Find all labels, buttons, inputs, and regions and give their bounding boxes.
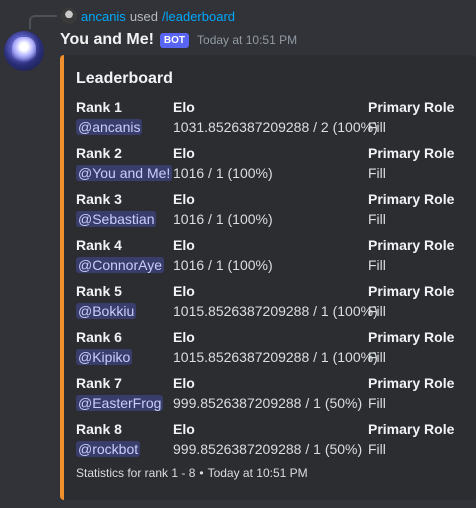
elo-value: 1016 / 1 (100%) [173, 165, 273, 181]
user-mention[interactable]: @ConnorAye [76, 257, 164, 273]
user-mention[interactable]: @Sebastian [76, 211, 157, 227]
elo-label: Elo [173, 375, 195, 391]
reply-username[interactable]: ancanis [81, 9, 126, 24]
elo-label: Elo [173, 421, 195, 437]
role-label: Primary Role [368, 283, 455, 299]
elo-value: 1016 / 1 (100%) [173, 257, 273, 273]
command-context[interactable]: ancanis used /leaderboard [61, 7, 235, 25]
rank-label: Rank 2 [76, 145, 122, 161]
footer-timestamp: Today at 10:51 PM [207, 466, 308, 480]
role-value: Fill [368, 303, 386, 319]
leaderboard-entries: Rank 1 Elo Primary Role @ancanis 1031.852638… [76, 99, 471, 467]
role-label: Primary Role [368, 375, 455, 391]
elo-value: 999.8526387209288 / 1 (50%) [173, 395, 363, 411]
elo-label: Elo [173, 283, 195, 299]
leaderboard-entry: Rank 1 Elo Primary Role @ancanis 1031.852638… [76, 99, 471, 145]
embed-footer: Statistics for rank 1 - 8 • Today at 10:51… [76, 466, 308, 480]
leaderboard-entry: Rank 8 Elo Primary Role @rockbot 999.8526387… [76, 421, 471, 467]
role-value: Fill [368, 441, 386, 457]
reply-used-text: used [129, 8, 159, 24]
footer-separator: • [199, 466, 204, 480]
rank-label: Rank 5 [76, 283, 122, 299]
user-mention[interactable]: @EasterFrog [76, 395, 164, 411]
rank-label: Rank 1 [76, 99, 122, 115]
elo-label: Elo [173, 237, 195, 253]
elo-label: Elo [173, 99, 195, 115]
leaderboard-entry: Rank 3 Elo Primary Role @Sebastian 1016 / 1 … [76, 191, 471, 237]
bot-badge: BOT [159, 32, 190, 48]
reply-command[interactable]: /leaderboard [162, 9, 235, 24]
elo-label: Elo [173, 191, 195, 207]
elo-value: 1015.8526387209288 / 1 (100%) [173, 349, 378, 365]
elo-value: 1015.8526387209288 / 1 (100%) [173, 303, 378, 319]
role-value: Fill [368, 349, 386, 365]
role-label: Primary Role [368, 145, 455, 161]
author-name[interactable]: You and Me! [60, 31, 154, 49]
user-mention[interactable]: @rockbot [76, 441, 141, 457]
reply-user-avatar[interactable] [61, 8, 77, 24]
bot-message: ancanis used /leaderboard You and Me! BO… [0, 0, 476, 508]
bot-avatar[interactable] [4, 31, 44, 71]
leaderboard-entry: Rank 7 Elo Primary Role @EasterFrog 999.8526… [76, 375, 471, 421]
reply-spine [29, 15, 57, 29]
message-timestamp[interactable]: Today at 10:51 PM [197, 33, 297, 47]
role-value: Fill [368, 211, 386, 227]
rank-label: Rank 3 [76, 191, 122, 207]
user-mention[interactable]: @You and Me! [76, 165, 173, 181]
user-mention[interactable]: @Bokkiu [76, 303, 137, 319]
rank-label: Rank 6 [76, 329, 122, 345]
leaderboard-embed: Leaderboard Rank 1 Elo Primary Role @ancani… [60, 55, 476, 500]
elo-value: 1016 / 1 (100%) [173, 211, 273, 227]
leaderboard-entry: Rank 5 Elo Primary Role @Bokkiu 1015.8526387… [76, 283, 471, 329]
leaderboard-entry: Rank 4 Elo Primary Role @ConnorAye 1016 / 1 … [76, 237, 471, 283]
role-value: Fill [368, 165, 386, 181]
user-mention[interactable]: @Kipiko [76, 349, 133, 365]
role-value: Fill [368, 395, 386, 411]
elo-label: Elo [173, 329, 195, 345]
role-label: Primary Role [368, 421, 455, 437]
elo-label: Elo [173, 145, 195, 161]
user-mention[interactable]: @ancanis [76, 119, 143, 135]
elo-value: 999.8526387209288 / 1 (50%) [173, 441, 363, 457]
rank-label: Rank 7 [76, 375, 122, 391]
role-label: Primary Role [368, 237, 455, 253]
role-label: Primary Role [368, 191, 455, 207]
role-label: Primary Role [368, 99, 455, 115]
rank-label: Rank 4 [76, 237, 122, 253]
leaderboard-entry: Rank 2 Elo Primary Role @You and Me! 1016 / … [76, 145, 471, 191]
rank-label: Rank 8 [76, 421, 122, 437]
role-value: Fill [368, 119, 386, 135]
message-header: You and Me! BOT Today at 10:51 PM [60, 29, 297, 51]
elo-value: 1031.8526387209288 / 2 (100%) [173, 119, 378, 135]
leaderboard-entry: Rank 6 Elo Primary Role @Kipiko 1015.8526387… [76, 329, 471, 375]
embed-title: Leaderboard [76, 70, 173, 87]
footer-text: Statistics for rank 1 - 8 [76, 466, 196, 480]
role-label: Primary Role [368, 329, 455, 345]
role-value: Fill [368, 257, 386, 273]
